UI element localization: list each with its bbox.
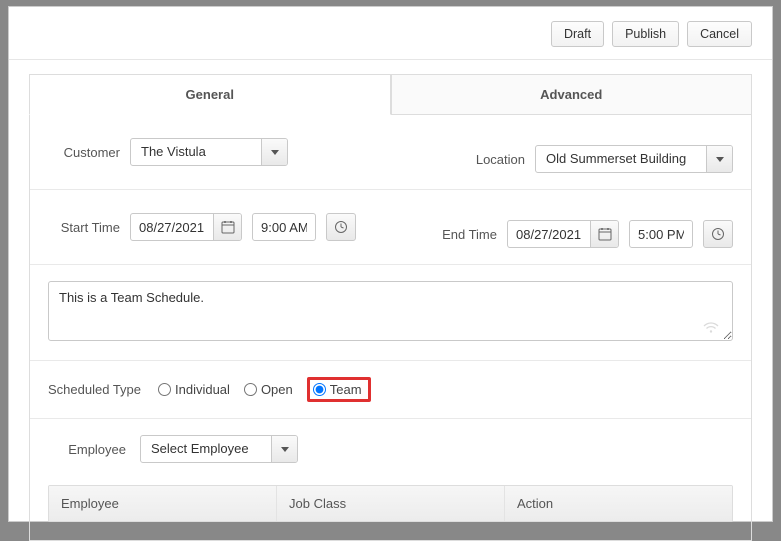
start-time-label: Start Time xyxy=(48,220,120,235)
calendar-icon xyxy=(221,220,235,234)
end-time-label: End Time xyxy=(425,227,497,242)
customer-label: Customer xyxy=(48,145,120,160)
chevron-down-icon xyxy=(716,157,724,162)
draft-button[interactable]: Draft xyxy=(551,21,604,47)
description-textarea[interactable] xyxy=(48,281,733,341)
scheduled-type-team-highlight: Team xyxy=(307,377,371,402)
cancel-button[interactable]: Cancel xyxy=(687,21,752,47)
location-value: Old Summerset Building xyxy=(536,146,706,172)
employee-combo[interactable]: Select Employee xyxy=(140,435,298,463)
customer-combo[interactable]: The Vistula xyxy=(130,138,288,166)
tab-advanced[interactable]: Advanced xyxy=(391,74,753,115)
start-time-clock-button[interactable] xyxy=(326,213,356,241)
chevron-down-icon xyxy=(281,447,289,452)
tab-bar: General Advanced xyxy=(29,74,752,115)
end-date-input[interactable] xyxy=(507,220,619,248)
start-time-input[interactable] xyxy=(252,213,316,241)
end-date-calendar-button[interactable] xyxy=(590,221,618,247)
start-date-calendar-button[interactable] xyxy=(213,214,241,240)
radio-individual[interactable] xyxy=(158,383,171,396)
location-combo[interactable]: Old Summerset Building xyxy=(535,145,733,173)
description-wrap xyxy=(48,281,733,344)
start-date-input[interactable] xyxy=(130,213,242,241)
separator xyxy=(30,189,751,190)
customer-value: The Vistula xyxy=(131,139,261,165)
employee-placeholder: Select Employee xyxy=(141,436,271,462)
chevron-down-icon xyxy=(271,150,279,155)
end-time-field[interactable] xyxy=(630,221,692,247)
calendar-icon xyxy=(598,227,612,241)
clock-icon xyxy=(711,227,725,241)
location-dropdown-button[interactable] xyxy=(706,146,732,172)
separator xyxy=(30,264,751,265)
radio-team-label: Team xyxy=(330,382,362,397)
start-date-field[interactable] xyxy=(131,214,213,240)
schedule-modal: Draft Publish Cancel General Advanced Cu… xyxy=(8,6,773,522)
separator xyxy=(30,360,751,361)
end-date-field[interactable] xyxy=(508,221,590,247)
employee-dropdown-button[interactable] xyxy=(271,436,297,462)
end-time-input[interactable] xyxy=(629,220,693,248)
publish-button[interactable]: Publish xyxy=(612,21,679,47)
col-employee[interactable]: Employee xyxy=(49,486,277,521)
employee-row: Employee Select Employee xyxy=(48,435,733,463)
tab-panel-general: Customer The Vistula Location Old Summer… xyxy=(29,115,752,541)
radio-individual-label: Individual xyxy=(175,382,230,397)
scheduled-type-individual[interactable]: Individual xyxy=(158,382,230,397)
scheduled-type-team[interactable]: Team xyxy=(313,382,362,397)
scheduled-type-row: Scheduled Type Individual Open Team xyxy=(48,377,733,402)
location-label: Location xyxy=(453,152,525,167)
scheduled-type-open[interactable]: Open xyxy=(244,382,293,397)
scheduled-type-label: Scheduled Type xyxy=(48,382,148,397)
col-job-class[interactable]: Job Class xyxy=(277,486,505,521)
customer-dropdown-button[interactable] xyxy=(261,139,287,165)
radio-open[interactable] xyxy=(244,383,257,396)
tab-general[interactable]: General xyxy=(29,74,391,115)
employee-grid: Employee Job Class Action xyxy=(48,485,733,522)
radio-open-label: Open xyxy=(261,382,293,397)
col-action[interactable]: Action xyxy=(505,486,732,521)
end-time-clock-button[interactable] xyxy=(703,220,733,248)
clock-icon xyxy=(334,220,348,234)
grid-header: Employee Job Class Action xyxy=(49,486,732,521)
header-actions: Draft Publish Cancel xyxy=(9,7,772,60)
radio-team[interactable] xyxy=(313,383,326,396)
start-time-field[interactable] xyxy=(253,214,315,240)
employee-label: Employee xyxy=(48,442,126,457)
separator xyxy=(30,418,751,419)
